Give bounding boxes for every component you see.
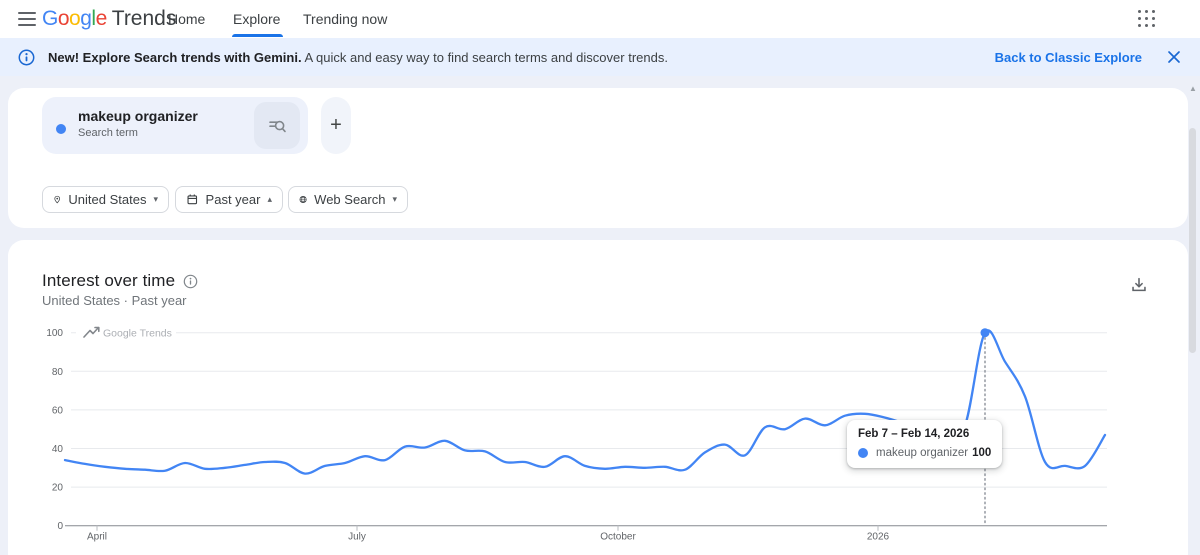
search-controls-card: makeup organizer Search term + United St… bbox=[8, 88, 1188, 228]
close-icon[interactable] bbox=[1166, 49, 1182, 65]
scroll-up-arrow-icon[interactable]: ▲ bbox=[1189, 84, 1197, 93]
gemini-promo-banner: New! Explore Search trends with Gemini. … bbox=[0, 38, 1200, 76]
trends-logo-text: Trends bbox=[111, 7, 177, 30]
scrollbar-thumb[interactable] bbox=[1189, 128, 1196, 353]
hamburger-menu-icon[interactable] bbox=[18, 11, 36, 27]
svg-text:April: April bbox=[87, 532, 107, 543]
google-apps-icon[interactable] bbox=[1135, 7, 1159, 31]
info-icon bbox=[18, 49, 35, 65]
nav-tab-trending-now[interactable]: Trending now bbox=[303, 0, 387, 38]
interest-over-time-card: Interest over time United States · Past … bbox=[8, 240, 1188, 555]
tooltip-series-name: makeup organizer bbox=[876, 447, 969, 459]
globe-icon bbox=[299, 195, 307, 204]
svg-text:40: 40 bbox=[52, 444, 64, 455]
series-color-dot bbox=[858, 448, 868, 458]
nav-tab-explore[interactable]: Explore bbox=[231, 0, 284, 38]
search-term-type: Search term bbox=[78, 127, 138, 139]
banner-text: New! Explore Search trends with Gemini. … bbox=[48, 49, 668, 65]
svg-text:Google Trends: Google Trends bbox=[103, 328, 172, 340]
time-filter-dropdown[interactable]: Past year ▴ bbox=[175, 186, 283, 213]
chevron-down-icon: ▾ bbox=[153, 194, 158, 204]
svg-text:October: October bbox=[600, 532, 636, 543]
geo-filter-dropdown[interactable]: United States ▾ bbox=[42, 186, 169, 213]
svg-text:80: 80 bbox=[52, 367, 64, 378]
search-term-text: makeup organizer Search term bbox=[78, 108, 198, 139]
google-trends-explore-page: Google Trends Home Explore Trending now N… bbox=[0, 0, 1200, 555]
google-logo-text: Google bbox=[42, 7, 107, 30]
svg-text:100: 100 bbox=[46, 328, 63, 339]
location-pin-icon bbox=[54, 195, 61, 204]
svg-text:2026: 2026 bbox=[867, 532, 890, 543]
search-term-value: makeup organizer bbox=[78, 108, 198, 124]
page-background: makeup organizer Search term + United St… bbox=[0, 76, 1200, 555]
svg-text:0: 0 bbox=[57, 521, 63, 532]
svg-text:20: 20 bbox=[52, 483, 64, 494]
svg-text:60: 60 bbox=[52, 405, 64, 416]
chevron-up-icon: ▴ bbox=[267, 194, 272, 204]
avatar[interactable] bbox=[1163, 3, 1192, 32]
category-filter-label: Web Search bbox=[314, 192, 386, 207]
page-scrollbar[interactable]: ▲ bbox=[1187, 76, 1200, 555]
time-filter-label: Past year bbox=[205, 192, 261, 207]
google-trends-logo[interactable]: Google Trends bbox=[42, 4, 176, 34]
geo-filter-label: United States bbox=[68, 192, 147, 207]
tooltip-value: 100 bbox=[972, 447, 992, 459]
chart-tooltip: Feb 7 – Feb 14, 2026 makeup organizer 10… bbox=[847, 420, 1003, 468]
list-search-icon bbox=[269, 120, 286, 132]
svg-text:July: July bbox=[348, 532, 366, 543]
nav-tab-home[interactable]: Home bbox=[168, 0, 205, 38]
search-term-chip[interactable]: makeup organizer Search term bbox=[42, 97, 308, 154]
calendar-icon bbox=[187, 194, 198, 205]
interest-over-time-chart[interactable]: 0 20 40 60 80 100 April July October 2026 Google T… bbox=[8, 240, 1188, 555]
category-filter-dropdown[interactable]: Web Search ▾ bbox=[288, 186, 408, 213]
add-comparison-button[interactable]: + bbox=[321, 97, 351, 154]
top-bar: Google Trends Home Explore Trending now bbox=[0, 0, 1200, 38]
series-color-dot bbox=[56, 124, 66, 134]
search-button[interactable] bbox=[254, 102, 300, 149]
back-to-classic-explore-link[interactable]: Back to Classic Explore bbox=[995, 50, 1142, 65]
tooltip-date-range: Feb 7 – Feb 14, 2026 bbox=[858, 428, 970, 440]
chevron-down-icon: ▾ bbox=[392, 194, 397, 204]
